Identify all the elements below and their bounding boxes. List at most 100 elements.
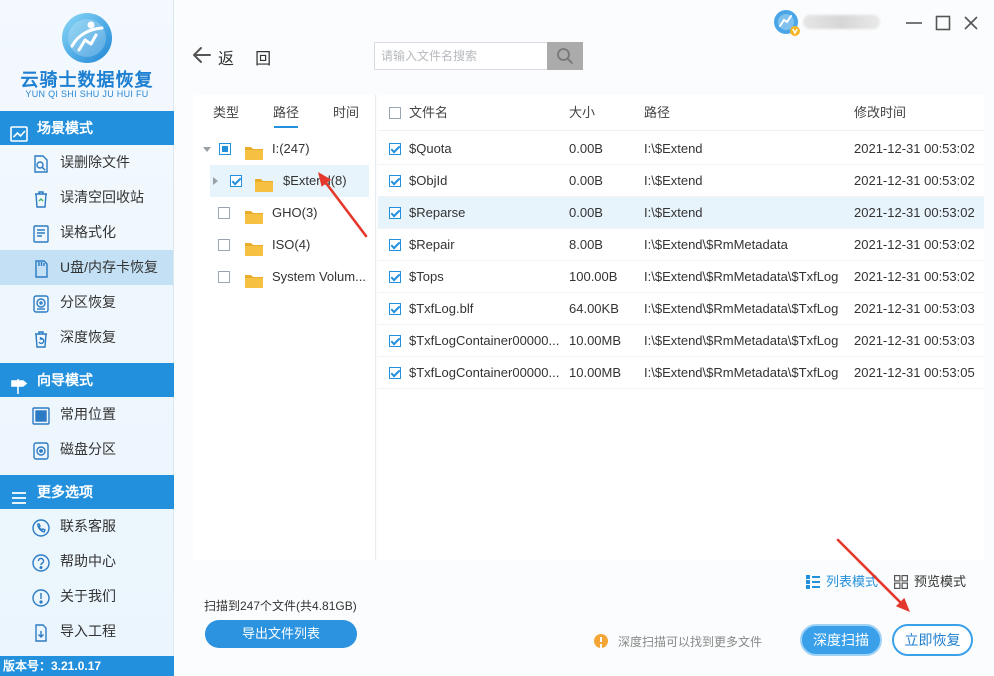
node-checkbox[interactable] xyxy=(219,143,231,155)
file-name: $TxfLogContainer00000... xyxy=(409,365,560,380)
folder-icon xyxy=(244,269,264,288)
search-input[interactable] xyxy=(374,42,548,70)
file-row[interactable]: $Tops 100.00B I:\$Extend\$RmMetadata\$Tx… xyxy=(378,261,984,293)
sidebar: 云骑士数据恢复 YUN QI SHI SHU JU HUI FU 场景模式 误删… xyxy=(0,0,174,676)
select-all-checkbox[interactable] xyxy=(389,107,401,119)
help-icon xyxy=(31,551,51,572)
file-path: I:\$Extend\$RmMetadata\$TxfLog xyxy=(644,269,839,284)
row-checkbox[interactable] xyxy=(389,335,401,347)
deep-scan-tip: 深度扫描可以找到更多文件 xyxy=(618,635,763,649)
tree-node[interactable]: ISO(4) xyxy=(193,229,375,261)
deep-scan-button[interactable]: 深度扫描 xyxy=(800,624,882,656)
file-row[interactable]: $Repair 8.00B I:\$Extend\$RmMetadata 202… xyxy=(378,229,984,261)
row-checkbox[interactable] xyxy=(389,271,401,283)
tab-type[interactable]: 类型 xyxy=(196,95,256,131)
file-name: $TxfLog.blf xyxy=(409,301,474,316)
sidebar-item-deleted-files[interactable]: 误删除文件 xyxy=(0,145,173,180)
sidebar-item-label: 导入工程 xyxy=(60,623,116,639)
list-mode-toggle[interactable]: 列表模式 xyxy=(806,573,886,591)
file-modified: 2021-12-31 00:53:02 xyxy=(854,269,975,284)
sidebar-item-label: U盘/内存卡恢复 xyxy=(60,259,158,275)
column-header-modified[interactable]: 修改时间 xyxy=(854,95,906,131)
file-modified: 2021-12-31 00:53:02 xyxy=(854,173,975,188)
tree-node[interactable]: $Extend(8) xyxy=(210,165,369,197)
sidebar-item-help-center[interactable]: 帮助中心 xyxy=(0,544,173,579)
info-icon xyxy=(31,586,51,607)
file-row[interactable]: $ObjId 0.00B I:\$Extend 2021-12-31 00:53… xyxy=(378,165,984,197)
node-label: System Volum... xyxy=(272,269,366,284)
node-checkbox[interactable] xyxy=(218,239,230,251)
tree-node[interactable]: GHO(3) xyxy=(193,197,375,229)
tab-time[interactable]: 时间 xyxy=(316,95,376,131)
view-mode-label: 预览模式 xyxy=(914,574,967,589)
sidebar-item-label: 磁盘分区 xyxy=(60,441,116,457)
sidebar-item-deep-recovery[interactable]: 深度恢复 xyxy=(0,320,173,355)
file-row[interactable]: $TxfLogContainer00000... 10.00MB I:\$Ext… xyxy=(378,325,984,357)
preview-mode-toggle[interactable]: 预览模式 xyxy=(894,573,974,591)
sidebar-item-label: 误删除文件 xyxy=(60,154,130,170)
sidebar-item-formatted[interactable]: 误格式化 xyxy=(0,215,173,250)
row-checkbox[interactable] xyxy=(389,303,401,315)
minimize-icon[interactable] xyxy=(906,15,922,31)
row-checkbox[interactable] xyxy=(389,143,401,155)
node-checkbox[interactable] xyxy=(218,271,230,283)
back-button[interactable]: 返 回 xyxy=(218,45,279,69)
node-checkbox[interactable] xyxy=(218,207,230,219)
tree-panel: 类型 路径 时间 I:(247) $Extend(8) GHO(3) ISO(4… xyxy=(193,95,376,560)
column-header-size[interactable]: 大小 xyxy=(569,95,595,131)
sidebar-item-partition-recovery[interactable]: 分区恢复 xyxy=(0,285,173,320)
recover-now-button[interactable]: 立即恢复 xyxy=(892,624,973,656)
maximize-icon[interactable] xyxy=(935,15,951,31)
node-checkbox[interactable] xyxy=(230,175,242,187)
node-label: GHO(3) xyxy=(272,205,318,220)
file-row[interactable]: $Quota 0.00B I:\$Extend 2021-12-31 00:53… xyxy=(378,133,984,165)
back-arrow-icon[interactable] xyxy=(192,46,212,64)
sidebar-item-label: 帮助中心 xyxy=(60,553,116,569)
sidebar-item-import-project[interactable]: 导入工程 xyxy=(0,614,173,649)
file-row[interactable]: $Reparse 0.00B I:\$Extend 2021-12-31 00:… xyxy=(378,197,984,229)
row-checkbox[interactable] xyxy=(389,239,401,251)
file-path: I:\$Extend\$RmMetadata xyxy=(644,237,788,252)
file-size: 8.00B xyxy=(569,237,603,252)
file-modified: 2021-12-31 00:53:02 xyxy=(854,237,975,252)
tab-path[interactable]: 路径 xyxy=(256,95,316,131)
import-icon xyxy=(31,621,51,642)
search-button[interactable] xyxy=(547,42,583,70)
file-size: 64.00KB xyxy=(569,301,619,316)
sidebar-item-recycle-bin[interactable]: 误清空回收站 xyxy=(0,180,173,215)
row-checkbox[interactable] xyxy=(389,175,401,187)
column-header-name[interactable]: 文件名 xyxy=(409,95,448,131)
export-file-list-button[interactable]: 导出文件列表 xyxy=(205,620,357,648)
file-modified: 2021-12-31 00:53:03 xyxy=(854,301,975,316)
user-avatar-icon[interactable] xyxy=(773,9,801,37)
signpost-icon xyxy=(10,372,28,394)
row-checkbox[interactable] xyxy=(389,367,401,379)
chart-icon xyxy=(10,120,28,142)
row-checkbox[interactable] xyxy=(389,207,401,219)
tree-node[interactable]: I:(247) xyxy=(193,133,375,165)
version-label: 版本号：3.21.0.17 xyxy=(0,656,174,676)
sidebar-item-common-locations[interactable]: 常用位置 xyxy=(0,397,173,432)
knight-logo-icon xyxy=(60,11,114,65)
expand-toggle-icon[interactable] xyxy=(213,177,218,185)
disk-icon xyxy=(31,439,51,460)
file-path: I:\$Extend\$RmMetadata\$TxfLog xyxy=(644,333,839,348)
section-header-more-options: 更多选项 xyxy=(0,475,174,509)
file-row[interactable]: $TxfLog.blf 64.00KB I:\$Extend\$RmMetada… xyxy=(378,293,984,325)
column-header-path[interactable]: 路径 xyxy=(644,95,670,131)
expand-toggle-icon[interactable] xyxy=(203,147,211,152)
file-row[interactable]: $TxfLogContainer00000... 10.00MB I:\$Ext… xyxy=(378,357,984,389)
file-size: 0.00B xyxy=(569,173,603,188)
sidebar-item-about-us[interactable]: 关于我们 xyxy=(0,579,173,614)
search-icon xyxy=(557,48,574,65)
sidebar-item-usb-card[interactable]: U盘/内存卡恢复 xyxy=(0,250,173,285)
sidebar-item-disk-partition[interactable]: 磁盘分区 xyxy=(0,432,173,467)
file-list: 文件名 大小 路径 修改时间 $Quota 0.00B I:\$Extend 2… xyxy=(378,95,984,560)
sidebar-item-contact-support[interactable]: 联系客服 xyxy=(0,509,173,544)
deep-recovery-icon xyxy=(31,327,51,348)
close-icon[interactable] xyxy=(963,15,979,31)
sidebar-item-label: 常用位置 xyxy=(60,406,116,422)
grid-view-icon xyxy=(894,575,909,590)
tree-node[interactable]: System Volum... xyxy=(193,261,375,293)
file-path: I:\$Extend\$RmMetadata\$TxfLog xyxy=(644,365,839,380)
